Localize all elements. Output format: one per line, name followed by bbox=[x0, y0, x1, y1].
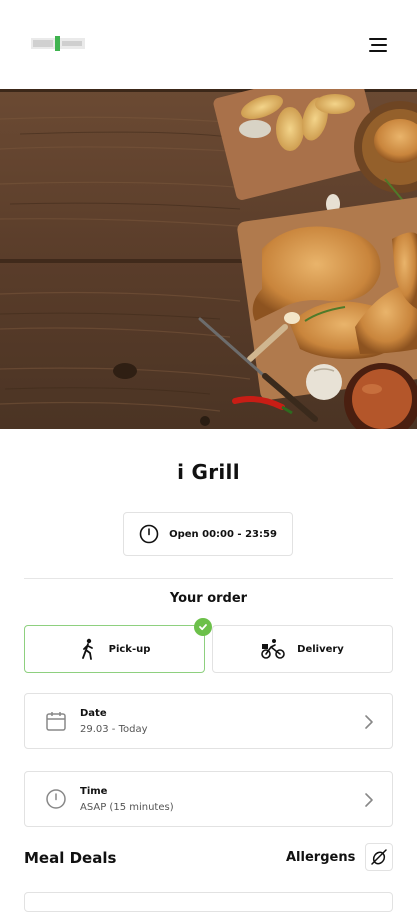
calendar-icon bbox=[46, 712, 66, 731]
chevron-right-icon bbox=[365, 715, 373, 729]
opening-hours-badge: Open 00:00 - 23:59 bbox=[123, 512, 293, 556]
top-bar bbox=[0, 0, 417, 89]
pickup-label: Pick-up bbox=[108, 643, 151, 655]
restaurant-name: i Grill bbox=[177, 460, 240, 484]
date-value: 29.03 - Today bbox=[80, 724, 148, 735]
section-title-meal-deals: Meal Deals bbox=[24, 849, 117, 867]
delivery-label: Delivery bbox=[297, 643, 344, 655]
allergen-filter-icon bbox=[371, 849, 387, 865]
order-heading: Your order bbox=[169, 591, 248, 606]
date-selector[interactable]: Date 29.03 - Today bbox=[24, 693, 393, 749]
pickup-option-button[interactable]: Pick-up bbox=[24, 618, 212, 673]
walking-person-icon bbox=[81, 638, 93, 660]
grilled-chicken-photo-icon bbox=[0, 89, 417, 429]
delivery-option-button[interactable]: Delivery bbox=[212, 625, 393, 673]
logo-icon[interactable] bbox=[31, 35, 85, 52]
divider bbox=[24, 578, 393, 579]
clock-icon bbox=[139, 524, 159, 544]
delivery-bike-icon bbox=[261, 639, 285, 659]
time-value: ASAP (15 minutes) bbox=[80, 802, 174, 813]
time-label: Time bbox=[80, 786, 108, 797]
chevron-right-icon bbox=[365, 793, 373, 807]
selected-check-icon bbox=[194, 618, 212, 636]
allergens-button[interactable] bbox=[365, 843, 393, 871]
allergens-label: Allergens bbox=[286, 850, 356, 865]
time-selector[interactable]: Time ASAP (15 minutes) bbox=[24, 771, 393, 827]
opening-hours-text: Open 00:00 - 23:59 bbox=[169, 528, 277, 540]
hero-image bbox=[0, 89, 417, 429]
clock-icon bbox=[46, 789, 66, 809]
hamburger-menu-button[interactable] bbox=[364, 33, 392, 57]
menu-item-card[interactable] bbox=[24, 892, 393, 912]
date-label: Date bbox=[80, 708, 107, 719]
